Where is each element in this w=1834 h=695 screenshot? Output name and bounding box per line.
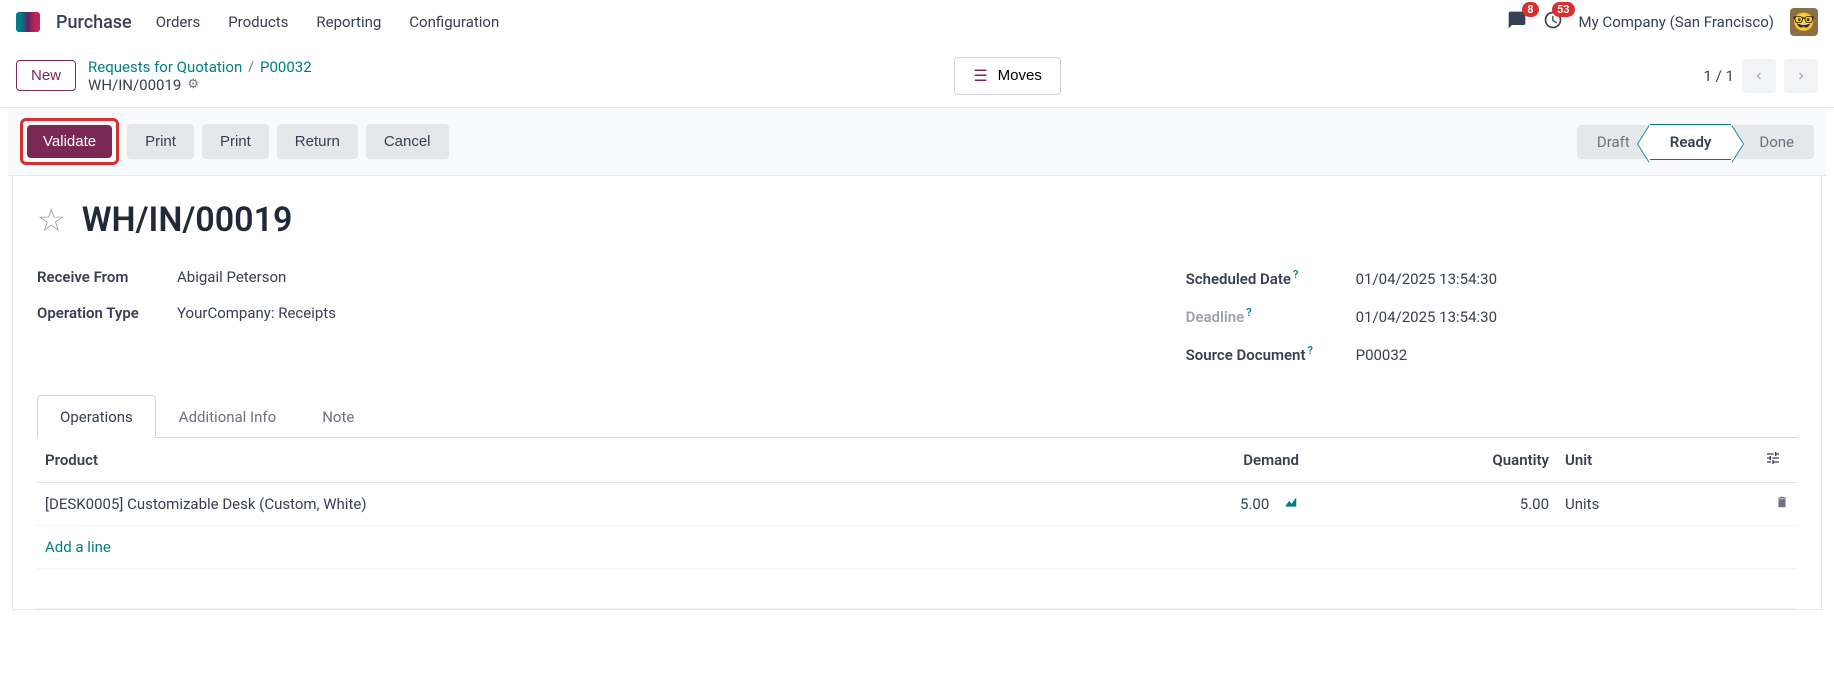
deadline-value: 01/04/2025 13:54:30 bbox=[1356, 308, 1497, 326]
tab-additional-info[interactable]: Additional Info bbox=[156, 395, 299, 438]
topbar: Purchase Orders Products Reporting Confi… bbox=[0, 0, 1834, 44]
print-button-1[interactable]: Print bbox=[127, 124, 194, 159]
nav-reporting[interactable]: Reporting bbox=[316, 13, 381, 31]
tab-operations[interactable]: Operations bbox=[37, 395, 156, 438]
title-row: ☆ WH/IN/00019 bbox=[37, 200, 1797, 240]
validate-button[interactable]: Validate bbox=[27, 125, 112, 158]
field-deadline: Deadline? 01/04/2025 13:54:30 bbox=[1186, 306, 1497, 326]
tab-note[interactable]: Note bbox=[299, 395, 377, 438]
print-button-2[interactable]: Print bbox=[202, 124, 269, 159]
topbar-right: 8 53 My Company (San Francisco) 🤓 bbox=[1507, 8, 1818, 36]
table-header-row: Product Demand Quantity Unit bbox=[37, 438, 1797, 483]
fields-grid: Receive From Abigail Peterson Operation … bbox=[37, 268, 1797, 364]
operation-type-value[interactable]: YourCompany: Receipts bbox=[177, 304, 336, 322]
cell-quantity[interactable]: 5.00 bbox=[1307, 483, 1557, 526]
form-sheet: ☆ WH/IN/00019 Receive From Abigail Peter… bbox=[12, 176, 1822, 610]
moves-button[interactable]: ☰ Moves bbox=[954, 57, 1061, 95]
source-doc-value[interactable]: P00032 bbox=[1356, 346, 1408, 364]
validate-highlight: Validate bbox=[20, 118, 119, 165]
help-icon[interactable]: ? bbox=[1307, 344, 1312, 357]
gear-icon[interactable]: ⚙ bbox=[187, 77, 199, 92]
nav-orders[interactable]: Orders bbox=[156, 13, 201, 31]
add-line-row: Add a line bbox=[37, 526, 1797, 569]
deadline-label: Deadline? bbox=[1186, 306, 1356, 326]
avatar-icon: 🤓 bbox=[1793, 12, 1815, 33]
pager-text: 1 / 1 bbox=[1704, 67, 1735, 85]
new-button[interactable]: New bbox=[16, 60, 76, 91]
moves-label: Moves bbox=[998, 67, 1042, 84]
cancel-button[interactable]: Cancel bbox=[366, 124, 449, 159]
chevron-left-icon bbox=[1752, 69, 1766, 83]
field-receive-from: Receive From Abigail Peterson bbox=[37, 268, 336, 286]
nav-configuration[interactable]: Configuration bbox=[409, 13, 499, 31]
fields-right: Scheduled Date? 01/04/2025 13:54:30 Dead… bbox=[1186, 268, 1497, 364]
forecast-icon[interactable] bbox=[1283, 495, 1299, 513]
scheduled-date-value[interactable]: 01/04/2025 13:54:30 bbox=[1356, 270, 1497, 288]
tabs: Operations Additional Info Note bbox=[37, 394, 1797, 438]
company-selector[interactable]: My Company (San Francisco) bbox=[1579, 13, 1774, 31]
receive-from-label: Receive From bbox=[37, 268, 177, 286]
th-quantity: Quantity bbox=[1307, 438, 1557, 483]
activities-badge: 53 bbox=[1552, 2, 1575, 17]
table-row[interactable]: [DESK0005] Customizable Desk (Custom, Wh… bbox=[37, 483, 1797, 526]
fields-left: Receive From Abigail Peterson Operation … bbox=[37, 268, 336, 364]
messages-badge: 8 bbox=[1522, 2, 1538, 17]
nav-products[interactable]: Products bbox=[228, 13, 288, 31]
operations-table: Product Demand Quantity Unit [DESK0005] … bbox=[37, 438, 1797, 609]
trash-icon bbox=[1775, 495, 1789, 509]
row-delete-button[interactable] bbox=[1757, 483, 1797, 526]
breadcrumb-current: WH/IN/00019 bbox=[88, 76, 181, 94]
receive-from-value[interactable]: Abigail Peterson bbox=[177, 268, 286, 286]
help-icon[interactable]: ? bbox=[1293, 268, 1298, 281]
breadcrumb-po[interactable]: P00032 bbox=[260, 58, 312, 76]
operation-type-label: Operation Type bbox=[37, 304, 177, 322]
th-settings[interactable] bbox=[1757, 438, 1797, 483]
pager-prev-button[interactable] bbox=[1742, 59, 1776, 93]
breadcrumb: Requests for Quotation / P00032 WH/IN/00… bbox=[88, 58, 312, 94]
avatar[interactable]: 🤓 bbox=[1790, 8, 1818, 36]
th-unit: Unit bbox=[1557, 438, 1757, 483]
chevron-right-icon bbox=[1794, 69, 1808, 83]
return-button[interactable]: Return bbox=[277, 124, 358, 159]
subbar: New Requests for Quotation / P00032 WH/I… bbox=[0, 44, 1834, 108]
cell-unit[interactable]: Units bbox=[1557, 483, 1757, 526]
breadcrumb-sep: / bbox=[248, 59, 254, 75]
cell-product[interactable]: [DESK0005] Customizable Desk (Custom, Wh… bbox=[37, 483, 1076, 526]
status-ready[interactable]: Ready bbox=[1650, 124, 1732, 160]
nav-menu: Orders Products Reporting Configuration bbox=[156, 13, 500, 31]
record-title: WH/IN/00019 bbox=[82, 200, 293, 240]
messages-button[interactable]: 8 bbox=[1507, 10, 1527, 34]
field-operation-type: Operation Type YourCompany: Receipts bbox=[37, 304, 336, 322]
hamburger-icon: ☰ bbox=[973, 66, 987, 86]
action-bar: Validate Print Print Return Cancel Draft… bbox=[8, 108, 1826, 176]
empty-row bbox=[37, 569, 1797, 609]
help-icon[interactable]: ? bbox=[1246, 306, 1251, 319]
star-icon[interactable]: ☆ bbox=[37, 201, 66, 239]
activities-button[interactable]: 53 bbox=[1543, 10, 1563, 34]
cell-demand[interactable]: 5.00 bbox=[1076, 483, 1307, 526]
breadcrumb-root[interactable]: Requests for Quotation bbox=[88, 58, 242, 76]
app-title[interactable]: Purchase bbox=[56, 12, 132, 33]
field-scheduled-date: Scheduled Date? 01/04/2025 13:54:30 bbox=[1186, 268, 1497, 288]
th-demand: Demand bbox=[1076, 438, 1307, 483]
sliders-icon bbox=[1765, 450, 1781, 466]
source-doc-label: Source Document? bbox=[1186, 344, 1356, 364]
app-logo[interactable] bbox=[16, 12, 40, 32]
pager-next-button[interactable] bbox=[1784, 59, 1818, 93]
scheduled-date-label: Scheduled Date? bbox=[1186, 268, 1356, 288]
status-bar: Draft Ready Done bbox=[1577, 124, 1814, 160]
th-product: Product bbox=[37, 438, 1076, 483]
status-done[interactable]: Done bbox=[1731, 125, 1814, 159]
pager: 1 / 1 bbox=[1704, 59, 1819, 93]
add-line-button[interactable]: Add a line bbox=[45, 538, 111, 556]
field-source-doc: Source Document? P00032 bbox=[1186, 344, 1497, 364]
